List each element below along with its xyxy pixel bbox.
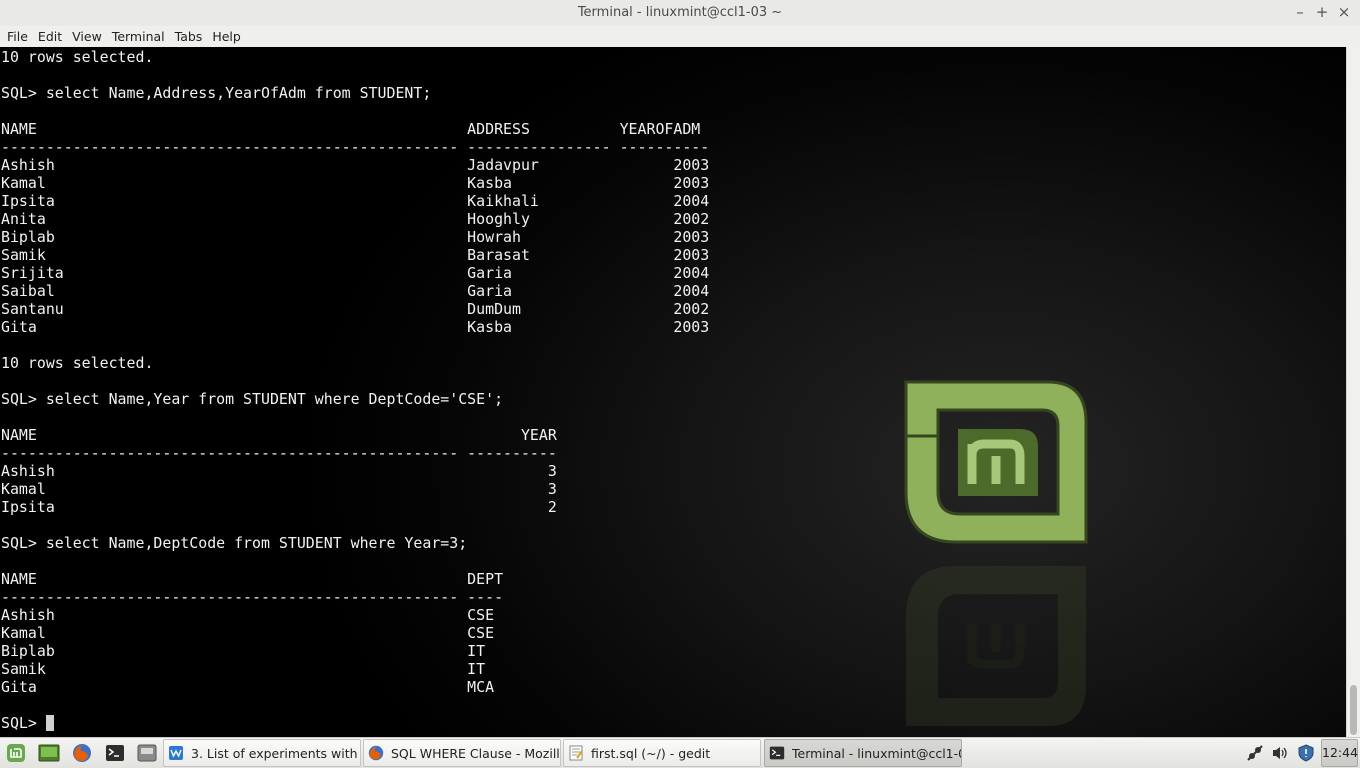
taskbar-window-label: 3. List of experiments with a... [191, 745, 360, 761]
taskbar-window-firefox[interactable]: SQL WHERE Clause - Mozilla ... [363, 739, 561, 767]
menu-file[interactable]: File [2, 26, 33, 47]
firefox-icon [73, 744, 91, 762]
taskbar-window-gedit[interactable]: first.sql (~/) - gedit [563, 739, 761, 767]
volume-tray-button[interactable] [1270, 744, 1290, 762]
terminal-launcher[interactable] [104, 743, 126, 763]
terminal-cursor [45, 715, 54, 731]
taskbar-window-label: SQL WHERE Clause - Mozilla ... [391, 745, 560, 761]
taskbar-window-label: first.sql (~/) - gedit [591, 745, 711, 761]
gedit-icon [569, 745, 583, 761]
terminal-icon [769, 746, 785, 760]
maximize-button[interactable]: + [1314, 3, 1330, 21]
close-button[interactable]: × [1336, 3, 1352, 21]
linux-mint-logo-icon [904, 380, 1088, 544]
volume-icon [1273, 747, 1287, 759]
files-icon [137, 744, 157, 762]
network-icon [1247, 745, 1263, 761]
firefox-icon [368, 745, 384, 761]
update-manager-tray-button[interactable] [1296, 744, 1316, 762]
writer-icon [169, 746, 183, 760]
menu-bar: File Edit View Terminal Tabs Help [0, 26, 1360, 47]
terminal-view[interactable]: 10 rows selected. SQL> select Name,Addre… [0, 47, 1346, 737]
clock[interactable]: 12:44 [1321, 739, 1358, 767]
desktop-icon [38, 744, 60, 762]
taskbar-window-terminal[interactable]: Terminal - linuxmint@ccl1-0... [764, 739, 962, 767]
terminal-icon [106, 745, 124, 761]
files-launcher[interactable] [136, 743, 158, 763]
title-bar: Terminal - linuxmint@ccl1-03 ~ – + × [0, 0, 1360, 27]
show-desktop-button[interactable] [38, 743, 60, 763]
scrollbar-thumb[interactable] [1350, 685, 1357, 735]
linux-mint-logo-reflection-icon [906, 566, 1086, 726]
menu-terminal[interactable]: Terminal [107, 26, 170, 47]
taskbar-window-label: Terminal - linuxmint@ccl1-0... [792, 745, 961, 761]
network-tray-button[interactable] [1245, 744, 1265, 762]
menu-edit[interactable]: Edit [33, 26, 67, 47]
terminal-prompt: SQL> [1, 714, 46, 732]
window-title: Terminal - linuxmint@ccl1-03 ~ [577, 5, 783, 20]
terminal-scrollbar[interactable] [1346, 47, 1360, 737]
mint-menu-button[interactable] [5, 743, 27, 763]
firefox-launcher[interactable] [71, 743, 93, 763]
menu-tabs[interactable]: Tabs [170, 26, 208, 47]
minimize-button[interactable]: – [1292, 3, 1308, 21]
terminal-output: 10 rows selected. SQL> select Name,Addre… [1, 48, 709, 732]
shield-icon [1298, 744, 1314, 762]
menu-help[interactable]: Help [207, 26, 246, 47]
menu-view[interactable]: View [67, 26, 107, 47]
taskbar: 3. List of experiments with a... SQL WHE… [0, 737, 1360, 768]
terminal-output-text: 10 rows selected. SQL> select Name,Addre… [1, 48, 710, 696]
mint-menu-icon [7, 744, 25, 762]
taskbar-window-writer[interactable]: 3. List of experiments with a... [163, 739, 361, 767]
